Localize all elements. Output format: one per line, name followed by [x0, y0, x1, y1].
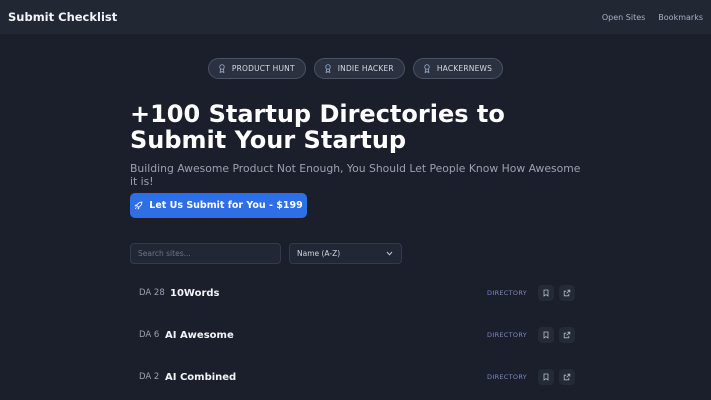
award-icon — [219, 64, 225, 73]
top-bar: Submit Checklist Open Sites Bookmarks — [0, 0, 711, 34]
nav-open-sites[interactable]: Open Sites — [602, 13, 645, 22]
external-link-icon — [563, 373, 571, 381]
external-link-icon — [563, 331, 571, 339]
bookmark-icon — [543, 331, 549, 339]
badge-label: HACKERNEWS — [436, 64, 493, 73]
page-subtitle: Building Awesome Product Not Enough, You… — [130, 162, 581, 188]
open-site-button[interactable] — [559, 369, 575, 385]
site-name[interactable]: AI Awesome — [165, 330, 234, 341]
site-row[interactable]: DA 2 AI Combined DIRECTORY — [130, 365, 575, 389]
bookmark-icon — [543, 289, 549, 297]
badge-label: INDIE HACKER — [337, 64, 394, 73]
bookmark-button[interactable] — [538, 327, 554, 343]
platform-badges: PRODUCT HUNT INDIE HACKER HACKERNEWS — [0, 58, 711, 79]
badge-indie-hacker[interactable]: INDIE HACKER — [313, 58, 405, 79]
row-actions: DIRECTORY — [487, 327, 575, 343]
bookmark-icon — [543, 373, 549, 381]
category-tag: DIRECTORY — [487, 289, 527, 297]
page-title: +100 Startup Directories to Submit Your … — [130, 100, 505, 154]
category-tag: DIRECTORY — [487, 331, 527, 339]
top-nav: Open Sites Bookmarks — [602, 13, 703, 22]
domain-authority: DA 6 — [139, 330, 160, 340]
rocket-icon — [134, 201, 143, 210]
sort-select[interactable]: Name (A-Z) — [289, 243, 402, 264]
badge-label: PRODUCT HUNT — [231, 64, 295, 73]
site-name[interactable]: 10Words — [170, 288, 220, 299]
brand-logo[interactable]: Submit Checklist — [8, 10, 117, 24]
badge-product-hunt[interactable]: PRODUCT HUNT — [207, 58, 306, 79]
award-icon — [325, 64, 331, 73]
site-row[interactable]: DA 28 10Words DIRECTORY — [130, 281, 575, 305]
bookmark-button[interactable] — [538, 285, 554, 301]
sort-value: Name (A-Z) — [297, 249, 341, 258]
domain-authority: DA 28 — [139, 288, 165, 298]
site-row[interactable]: DA 6 AI Awesome DIRECTORY — [130, 323, 575, 347]
nav-bookmarks[interactable]: Bookmarks — [658, 13, 703, 22]
cta-label: Let Us Submit for You - $199 — [149, 200, 303, 211]
domain-authority: DA 2 — [139, 372, 160, 382]
row-actions: DIRECTORY — [487, 285, 575, 301]
chevron-down-icon — [386, 251, 393, 256]
site-name[interactable]: AI Combined — [165, 372, 236, 383]
external-link-icon — [563, 289, 571, 297]
badge-hackernews[interactable]: HACKERNEWS — [412, 58, 504, 79]
award-icon — [424, 64, 430, 73]
open-site-button[interactable] — [559, 285, 575, 301]
submit-for-you-button[interactable]: Let Us Submit for You - $199 — [130, 193, 307, 218]
category-tag: DIRECTORY — [487, 373, 527, 381]
row-actions: DIRECTORY — [487, 369, 575, 385]
open-site-button[interactable] — [559, 327, 575, 343]
search-input[interactable] — [130, 243, 281, 264]
bookmark-button[interactable] — [538, 369, 554, 385]
